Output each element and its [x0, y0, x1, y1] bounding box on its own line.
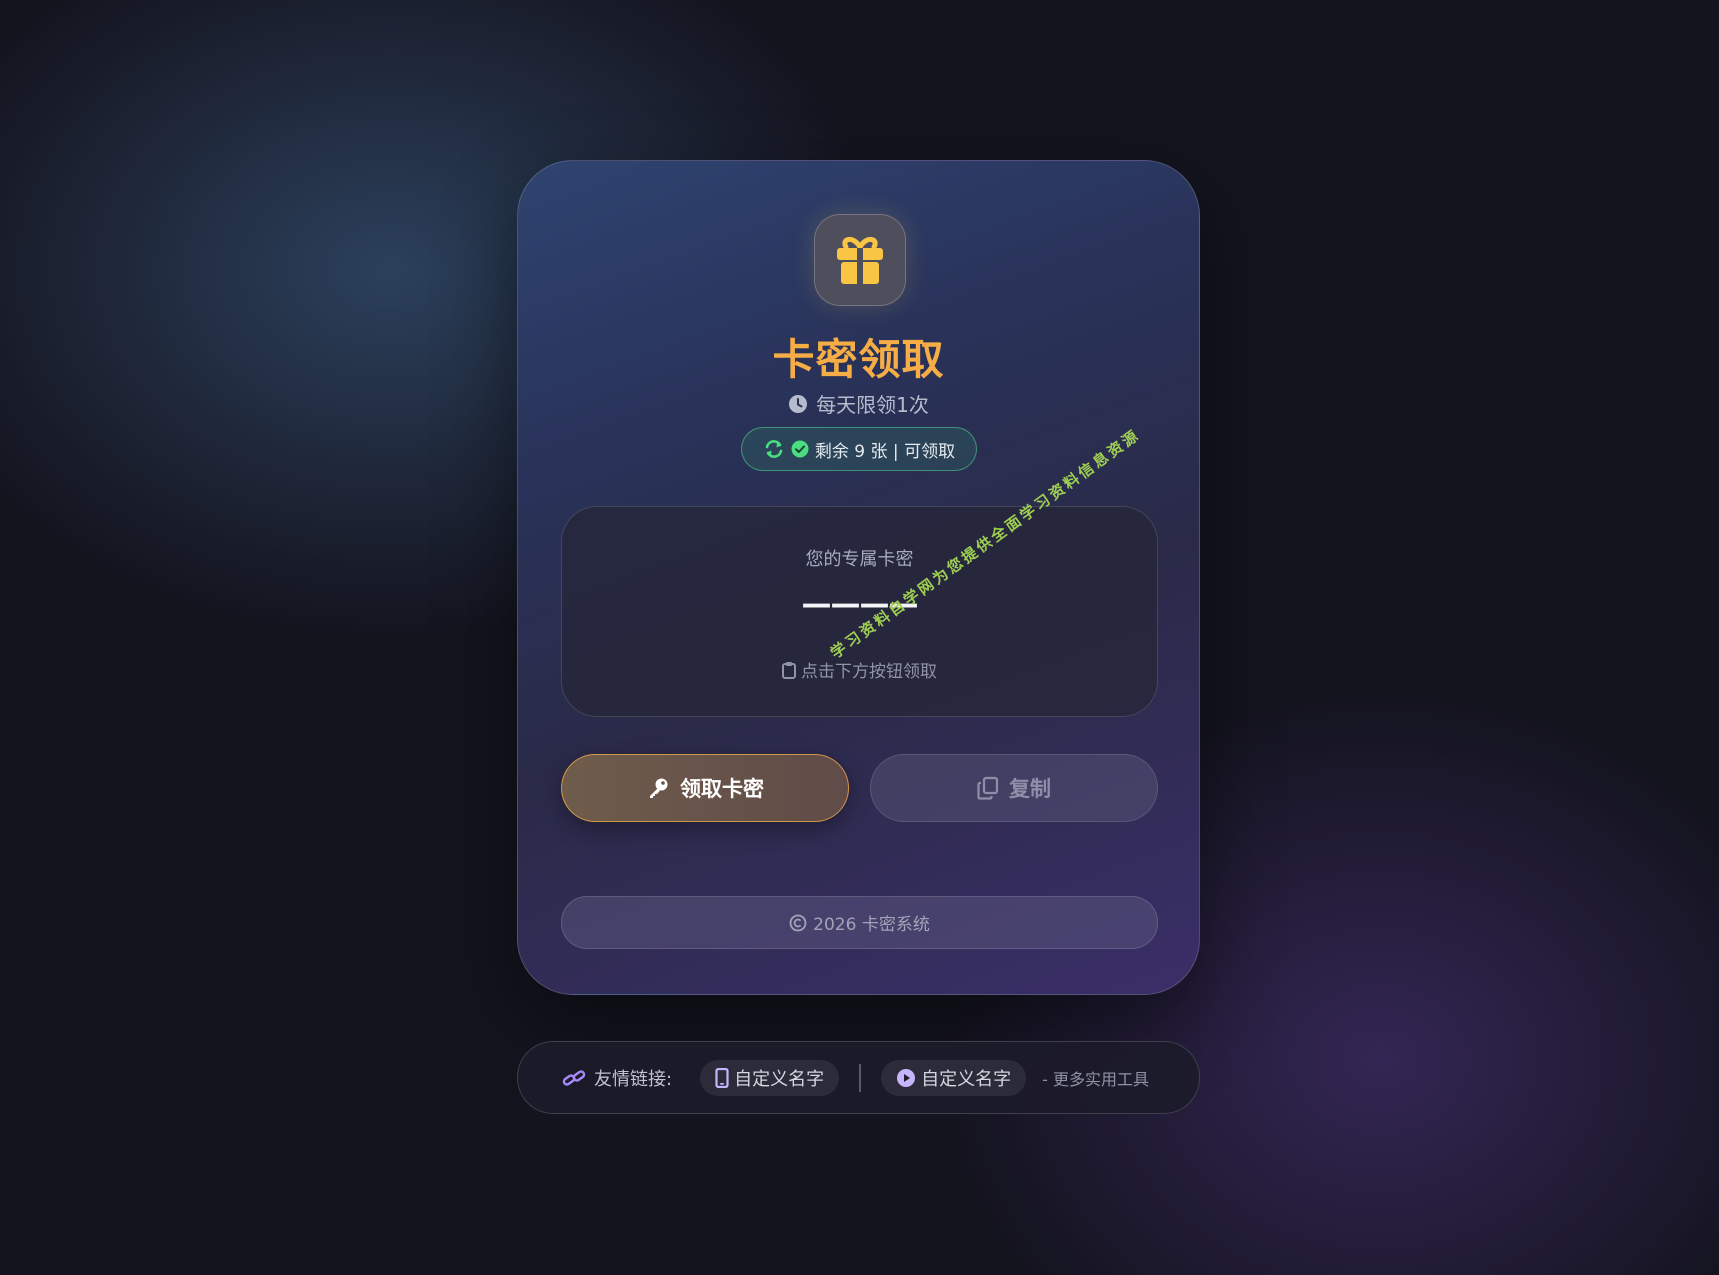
code-hint-label: 点击下方按钮领取 — [801, 662, 937, 682]
friend-link-1[interactable]: 自定义名字 — [700, 1059, 840, 1096]
get-code-label: 领取卡密 — [680, 777, 764, 801]
clock-icon — [789, 394, 808, 413]
code-display-box: 您的专属卡密 ———— 点击下方按钮领取 — [561, 506, 1158, 717]
play-icon — [897, 1068, 916, 1087]
link-icon — [562, 1069, 586, 1086]
code-label: 您的专属卡密 — [805, 549, 914, 570]
clipboard-icon — [782, 661, 796, 679]
check-circle-icon — [791, 440, 809, 458]
status-text: 剩余 9 张 | 可领取 — [814, 441, 956, 462]
daily-limit-label: 每天限领1次 — [816, 393, 929, 417]
page-title: 卡密领取 — [772, 335, 945, 384]
more-tools-text: - 更多实用工具 — [1042, 1069, 1149, 1089]
friend-link-2[interactable]: 自定义名字 — [881, 1059, 1027, 1096]
copy-icon — [977, 776, 999, 800]
refresh-icon[interactable] — [763, 439, 785, 459]
code-value: ———— — [801, 587, 919, 622]
copyright-bar: 2026 卡密系统 — [561, 896, 1158, 949]
logo-badge — [814, 214, 906, 306]
key-icon — [650, 778, 668, 798]
daily-limit-text: 每天限领1次 — [518, 389, 1199, 418]
gift-icon — [837, 237, 883, 284]
copyright-text: 2026 卡密系统 — [813, 915, 930, 935]
friend-links-label: 友情链接: — [594, 1068, 673, 1090]
copy-label: 复制 — [1009, 777, 1051, 801]
card-panel: 卡密领取 每天限领1次 剩余 9 张 | 可领取 您的专属卡密 ———— 点击下… — [517, 160, 1200, 995]
code-hint: 点击下方按钮领取 — [562, 657, 1157, 682]
friend-link-2-label: 自定义名字 — [921, 1068, 1012, 1090]
friend-link-1-label: 自定义名字 — [734, 1068, 825, 1090]
copy-button[interactable]: 复制 — [870, 754, 1158, 822]
copyright-icon — [789, 914, 807, 931]
get-code-button[interactable]: 领取卡密 — [561, 754, 849, 822]
status-badge: 剩余 9 张 | 可领取 — [741, 427, 977, 471]
phone-icon — [715, 1067, 729, 1088]
friend-links-title: 友情链接: — [562, 1065, 672, 1091]
link-divider — [859, 1063, 862, 1092]
friend-links-bar: 友情链接: 自定义名字 自定义名字 - 更多实用工具 — [517, 1041, 1200, 1114]
